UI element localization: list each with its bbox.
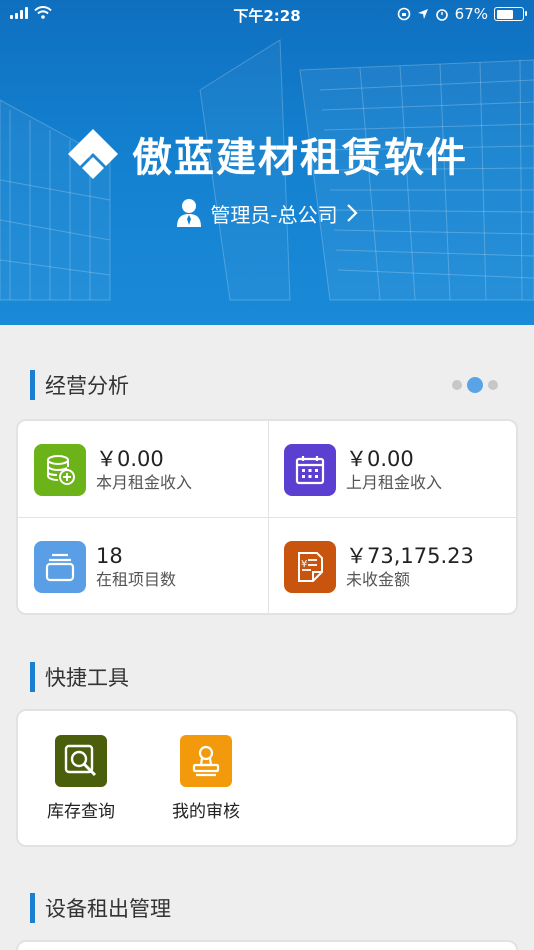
section-title: 快捷工具 [45, 666, 129, 690]
svg-text:¥: ¥ [301, 559, 307, 570]
stat-active-projects[interactable]: 18 在租项目数 [18, 518, 268, 615]
quick-tools-card: 库存查询 我的审核 [16, 709, 518, 847]
stat-value: ￥0.00 [96, 446, 164, 471]
alarm-icon [435, 9, 448, 21]
stat-last-month-rent[interactable]: ￥0.00 上月租金收入 [268, 421, 518, 518]
stat-label: 在租项目数 [96, 569, 177, 589]
user-role-selector[interactable]: 管理员-总公司 [0, 198, 534, 228]
stat-label: 未收金额 [346, 569, 411, 589]
chevron-right-icon [346, 204, 358, 222]
equipment-rental-card [16, 940, 518, 950]
folder-stack-icon [34, 540, 86, 593]
tool-label: 我的审核 [172, 802, 240, 822]
section-business-analysis: 经营分析 [30, 370, 129, 400]
stat-value: ￥73,175.23 [346, 543, 474, 568]
tool-label: 库存查询 [47, 802, 115, 822]
battery-percent: 67% [454, 5, 488, 23]
app-title: 傲蓝建材租赁软件 [0, 125, 534, 183]
carousel-dot[interactable] [452, 380, 462, 390]
carousel-indicator[interactable] [452, 377, 498, 393]
stat-label: 上月租金收入 [346, 472, 443, 492]
header-banner: 傲蓝建材租赁软件 管理员-总公司 [0, 0, 534, 325]
tool-my-approvals[interactable]: 我的审核 [156, 735, 256, 822]
section-accent-bar [30, 370, 35, 400]
app-logo-icon [68, 129, 118, 179]
calendar-icon [284, 443, 336, 496]
status-bar: 下午2:28 67% [0, 0, 534, 30]
tool-inventory-search[interactable]: 库存查询 [31, 735, 131, 822]
rotation-lock-icon [397, 7, 410, 21]
section-title: 经营分析 [45, 374, 129, 398]
database-plus-icon [34, 443, 86, 496]
carousel-dot[interactable] [488, 380, 498, 390]
stamp-icon [180, 735, 232, 787]
user-role-label: 管理员-总公司 [210, 202, 338, 227]
location-icon [417, 9, 428, 19]
stat-label: 本月租金收入 [96, 472, 193, 492]
section-accent-bar [30, 893, 35, 923]
section-equipment-rental: 设备租出管理 [30, 893, 171, 923]
business-stats-card: ￥0.00 本月租金收入 ￥0.00 上月租金收入 18 在租项目数 ¥ ￥73… [16, 419, 518, 615]
section-title: 设备租出管理 [45, 897, 171, 921]
carousel-dot-active[interactable] [467, 377, 483, 393]
stat-unpaid-amount[interactable]: ¥ ￥73,175.23 未收金额 [268, 518, 518, 615]
stat-value: ￥0.00 [346, 446, 414, 471]
inventory-search-icon [55, 735, 107, 787]
stat-value: 18 [96, 543, 123, 568]
section-quick-tools: 快捷工具 [30, 662, 129, 692]
stat-this-month-rent[interactable]: ￥0.00 本月租金收入 [18, 421, 268, 518]
battery-icon [494, 7, 527, 21]
app-title-text: 傲蓝建材租赁软件 [132, 135, 468, 181]
user-icon [177, 199, 202, 227]
section-accent-bar [30, 662, 35, 692]
receipt-icon: ¥ [284, 540, 336, 593]
